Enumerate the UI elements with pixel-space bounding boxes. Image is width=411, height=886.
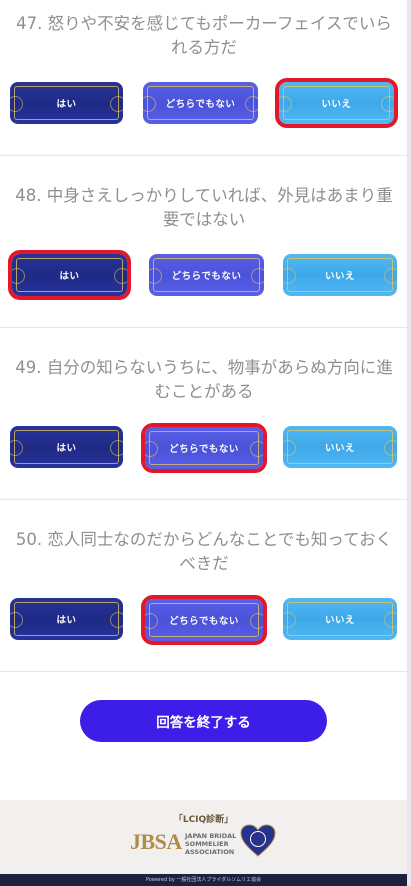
answer-neutral-button[interactable]: どちらでもない: [149, 254, 264, 296]
scrollbar[interactable]: [407, 0, 411, 886]
answer-neutral-button[interactable]: どちらでもない: [141, 423, 267, 473]
answer-no-button[interactable]: いいえ: [283, 598, 397, 640]
answer-neutral-button[interactable]: どちらでもない: [141, 595, 267, 645]
answer-yes-button[interactable]: はい: [10, 426, 123, 468]
question-50: 50. 恋人同士なのだからどんなことでも知っておくべきだ はい どちらでもない …: [0, 499, 407, 672]
answer-no-button[interactable]: いいえ: [283, 254, 397, 296]
answer-neutral-button[interactable]: どちらでもない: [143, 82, 258, 124]
heart-emblem-icon: [240, 824, 276, 857]
association-name: JAPAN BRIDAL SOMMELIER ASSOCIATION: [185, 832, 237, 856]
answer-yes-button[interactable]: はい: [8, 250, 131, 300]
lciq-logo: 「LCIQ診断」: [173, 815, 234, 825]
answer-yes-button[interactable]: はい: [10, 598, 123, 640]
question-47: 47. 怒りや不安を感じてもポーカーフェイスでいられる方だ はい どちらでもない…: [0, 0, 407, 156]
answer-yes-button[interactable]: はい: [10, 82, 123, 124]
finish-answers-button[interactable]: 回答を終了する: [80, 700, 327, 742]
question-text: 48. 中身さえしっかりしていれば、外見はあまり重要ではない: [15, 186, 393, 229]
question-text: 49. 自分の知らないうちに、物事があらぬ方向に進むことがある: [15, 358, 393, 401]
question-text: 47. 怒りや不安を感じてもポーカーフェイスでいられる方だ: [16, 14, 392, 57]
powered-by-bar: Powered by 一般社団法人ブライダルソムリエ協会: [0, 874, 407, 886]
answer-no-button[interactable]: いいえ: [275, 78, 398, 128]
question-text: 50. 恋人同士なのだからどんなことでも知っておくべきだ: [15, 530, 393, 573]
question-49: 49. 自分の知らないうちに、物事があらぬ方向に進むことがある はい どちらでも…: [0, 327, 407, 500]
jbsa-logo: JBSA: [130, 829, 182, 854]
question-48: 48. 中身さえしっかりしていれば、外見はあまり重要ではない はい どちらでもな…: [0, 155, 407, 328]
answer-no-button[interactable]: いいえ: [283, 426, 397, 468]
